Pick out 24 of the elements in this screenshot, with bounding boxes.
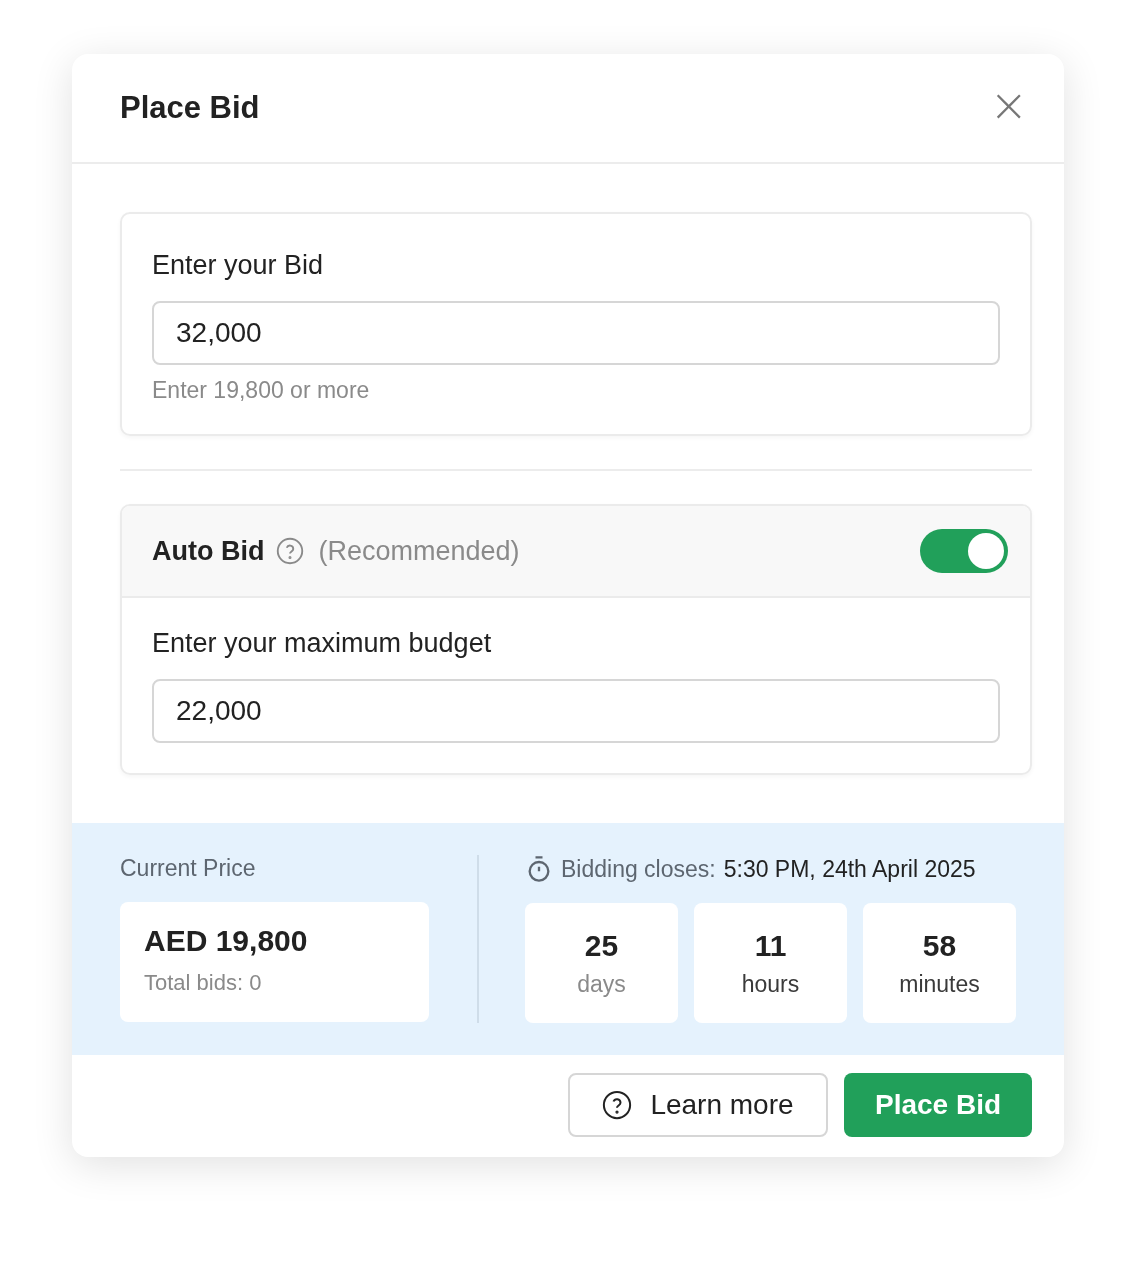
field-label: Enter your maximum budget <box>152 628 493 659</box>
closing-time: 5:30 PM, 24th April 2025 <box>723 855 976 883</box>
current-price-label: Current Price <box>120 855 257 882</box>
close-button[interactable]: × <box>989 82 1028 134</box>
learn-more-button[interactable]: Learn more <box>568 1073 828 1137</box>
field-label: Enter your Bid <box>152 250 325 281</box>
countdown-unit: days <box>577 970 626 998</box>
bid-input[interactable]: 32,000 <box>152 301 1000 365</box>
hint-text: Enter 19,800 or more <box>152 377 371 404</box>
total-bids: Total bids: 0 <box>144 970 263 996</box>
help-icon <box>276 537 305 565</box>
countdown-unit: hours <box>741 970 800 998</box>
countdown-unit: minutes <box>899 970 980 998</box>
countdown-value: 58 <box>922 928 957 963</box>
auto-bid-label: Auto Bid <box>152 535 265 567</box>
help-icon <box>602 1090 633 1120</box>
price-amount: AED 19,800 <box>144 924 309 958</box>
closing-label: Bidding closes: <box>561 855 716 883</box>
dialog-title: Place Bid <box>120 90 260 126</box>
recommended-note: (Recommended) <box>318 535 520 567</box>
budget-input[interactable]: 22,000 <box>152 679 1000 743</box>
auto-bid-toggle[interactable] <box>920 529 1008 573</box>
countdown-value: 11 <box>754 928 787 963</box>
countdown-value: 25 <box>584 928 619 963</box>
